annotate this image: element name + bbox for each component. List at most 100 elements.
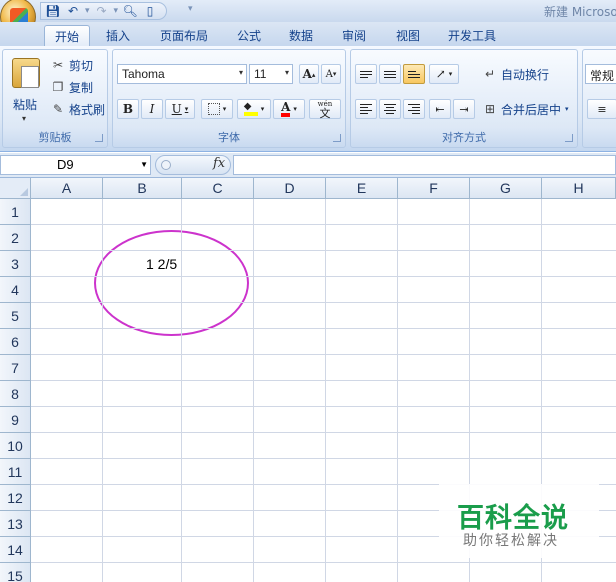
decrease-indent-button[interactable]: ⇤ [429, 99, 451, 119]
wrap-text-button[interactable]: ↵ 自动换行 [483, 64, 549, 84]
orientation-button[interactable]: ↗ ▾ [429, 64, 459, 84]
align-top-button[interactable] [355, 64, 377, 84]
row-header[interactable]: 1 [0, 199, 31, 225]
font-size-combo[interactable]: 11 ▾ [249, 64, 293, 84]
column-header[interactable]: E [326, 178, 398, 199]
tab-insert[interactable]: 插入 [98, 25, 138, 46]
copy-button[interactable]: ❐ 复制 [51, 77, 93, 97]
row-header[interactable]: 15 [0, 563, 31, 582]
tab-home[interactable]: 开始 [44, 25, 90, 46]
align-top-icon [360, 70, 372, 78]
grow-font-button[interactable]: A ▴ [299, 64, 319, 84]
alignment-launcher-icon[interactable] [565, 134, 573, 142]
align-center-icon [384, 104, 396, 114]
copy-icon: ❐ [52, 80, 64, 94]
customize-icon[interactable]: ▾ [188, 4, 193, 14]
italic-button[interactable]: I [141, 99, 163, 119]
clipboard-group-label: 剪贴板 [38, 131, 72, 144]
ribbon: 粘贴 ▾ ✂ 剪切 ❐ 复制 ✎ 格式刷 剪贴板 Tahoma ▾ 11 ▾ A… [0, 46, 616, 152]
accounting-format-button[interactable]: ≡ [587, 99, 616, 119]
formula-input[interactable] [233, 155, 616, 175]
wrap-text-label: 自动换行 [501, 67, 550, 82]
borders-icon [207, 103, 220, 115]
print-preview-icon[interactable]: 🔍︎ [122, 4, 138, 18]
gridline-horizontal [31, 562, 616, 563]
redo-icon[interactable]: ↷ [94, 4, 110, 18]
undo-dropdown-icon[interactable]: ▾ [85, 6, 90, 16]
select-all-button[interactable] [0, 178, 31, 199]
font-name-combo[interactable]: Tahoma ▾ [117, 64, 247, 84]
increase-indent-icon: ⇥ [459, 102, 469, 116]
tab-page-layout[interactable]: 页面布局 [152, 25, 216, 46]
row-header[interactable]: 7 [0, 355, 31, 381]
phonetic-button[interactable]: wén 文 [309, 99, 341, 119]
number-format-value: 常规 [590, 69, 615, 83]
row-header[interactable]: 13 [0, 511, 31, 537]
gridline-horizontal [31, 354, 616, 355]
name-box[interactable]: D9 ▼ [0, 155, 151, 175]
row-header[interactable]: 14 [0, 537, 31, 563]
column-header[interactable]: B [103, 178, 182, 199]
clipboard-launcher-icon[interactable] [95, 134, 103, 142]
row-header[interactable]: 4 [0, 277, 31, 303]
font-color-button[interactable]: A ▾ [273, 99, 305, 119]
row-header[interactable]: 5 [0, 303, 31, 329]
formula-bar-handle-icon[interactable] [161, 160, 171, 170]
align-center-button[interactable] [379, 99, 401, 119]
gridline-horizontal [31, 406, 616, 407]
insert-function-button[interactable]: fx [213, 156, 225, 171]
paste-dropdown-icon[interactable]: ▾ [22, 114, 26, 123]
alignment-group: ↗ ▾ ↵ 自动换行 ⇤ ⇥ ⊞ 合并后居中 ▾ 对齐方式 [350, 49, 578, 148]
redo-dropdown-icon[interactable]: ▾ [114, 6, 119, 16]
column-header[interactable]: D [254, 178, 326, 199]
chevron-down-icon[interactable]: ▼ [140, 160, 148, 169]
row-header[interactable]: 12 [0, 485, 31, 511]
paste-button[interactable]: 粘贴 [13, 96, 37, 113]
row-header[interactable]: 10 [0, 433, 31, 459]
align-right-button[interactable] [403, 99, 425, 119]
formula-bar: D9 ▼ fx [0, 153, 616, 178]
row-header[interactable]: 6 [0, 329, 31, 355]
column-header[interactable]: G [470, 178, 542, 199]
window-title: 新建 Microsoft [544, 5, 616, 19]
paste-icon[interactable] [12, 58, 40, 88]
gridline-vertical [397, 199, 398, 582]
row-header[interactable]: 11 [0, 459, 31, 485]
chevron-down-icon[interactable]: ▾ [565, 105, 569, 113]
tab-review[interactable]: 审阅 [334, 25, 374, 46]
tab-data[interactable]: 数据 [282, 25, 320, 46]
tab-formulas[interactable]: 公式 [230, 25, 268, 46]
format-painter-button[interactable]: ✎ 格式刷 [51, 99, 105, 119]
number-format-combo[interactable]: 常规 [585, 64, 616, 84]
tab-view[interactable]: 视图 [388, 25, 428, 46]
row-header[interactable]: 8 [0, 381, 31, 407]
row-header[interactable]: 3 [0, 251, 31, 277]
row-header[interactable]: 9 [0, 407, 31, 433]
align-bottom-button[interactable] [403, 64, 425, 84]
column-header[interactable]: C [182, 178, 254, 199]
column-header[interactable]: H [542, 178, 616, 199]
align-left-button[interactable] [355, 99, 377, 119]
fill-color-button[interactable]: ◆ ▾ [237, 99, 271, 119]
undo-icon[interactable]: ↶ [65, 4, 81, 18]
new-document-icon[interactable]: ▯ [142, 4, 158, 18]
ribbon-tabs: 开始 插入 页面布局 公式 数据 审阅 视图 开发工具 [0, 22, 616, 46]
cut-button[interactable]: ✂ 剪切 [51, 55, 93, 75]
underline-button[interactable]: U ▾ [165, 99, 195, 119]
cell-value[interactable]: 1 2/5 [146, 256, 177, 272]
tab-developer[interactable]: 开发工具 [440, 25, 504, 46]
font-launcher-icon[interactable] [333, 134, 341, 142]
gridline-horizontal [31, 224, 616, 225]
increase-indent-button[interactable]: ⇥ [453, 99, 475, 119]
save-icon[interactable]: 💾︎ [45, 4, 61, 18]
gridline-horizontal [31, 250, 616, 251]
bold-button[interactable]: B [117, 99, 139, 119]
column-header[interactable]: A [31, 178, 103, 199]
align-middle-button[interactable] [379, 64, 401, 84]
column-header[interactable]: F [398, 178, 470, 199]
cut-label: 剪切 [69, 58, 94, 73]
shrink-font-button[interactable]: A ▾ [321, 64, 341, 84]
merge-center-button[interactable]: ⊞ 合并后居中 ▾ [483, 99, 569, 119]
row-header[interactable]: 2 [0, 225, 31, 251]
borders-button[interactable]: ▾ [201, 99, 233, 119]
